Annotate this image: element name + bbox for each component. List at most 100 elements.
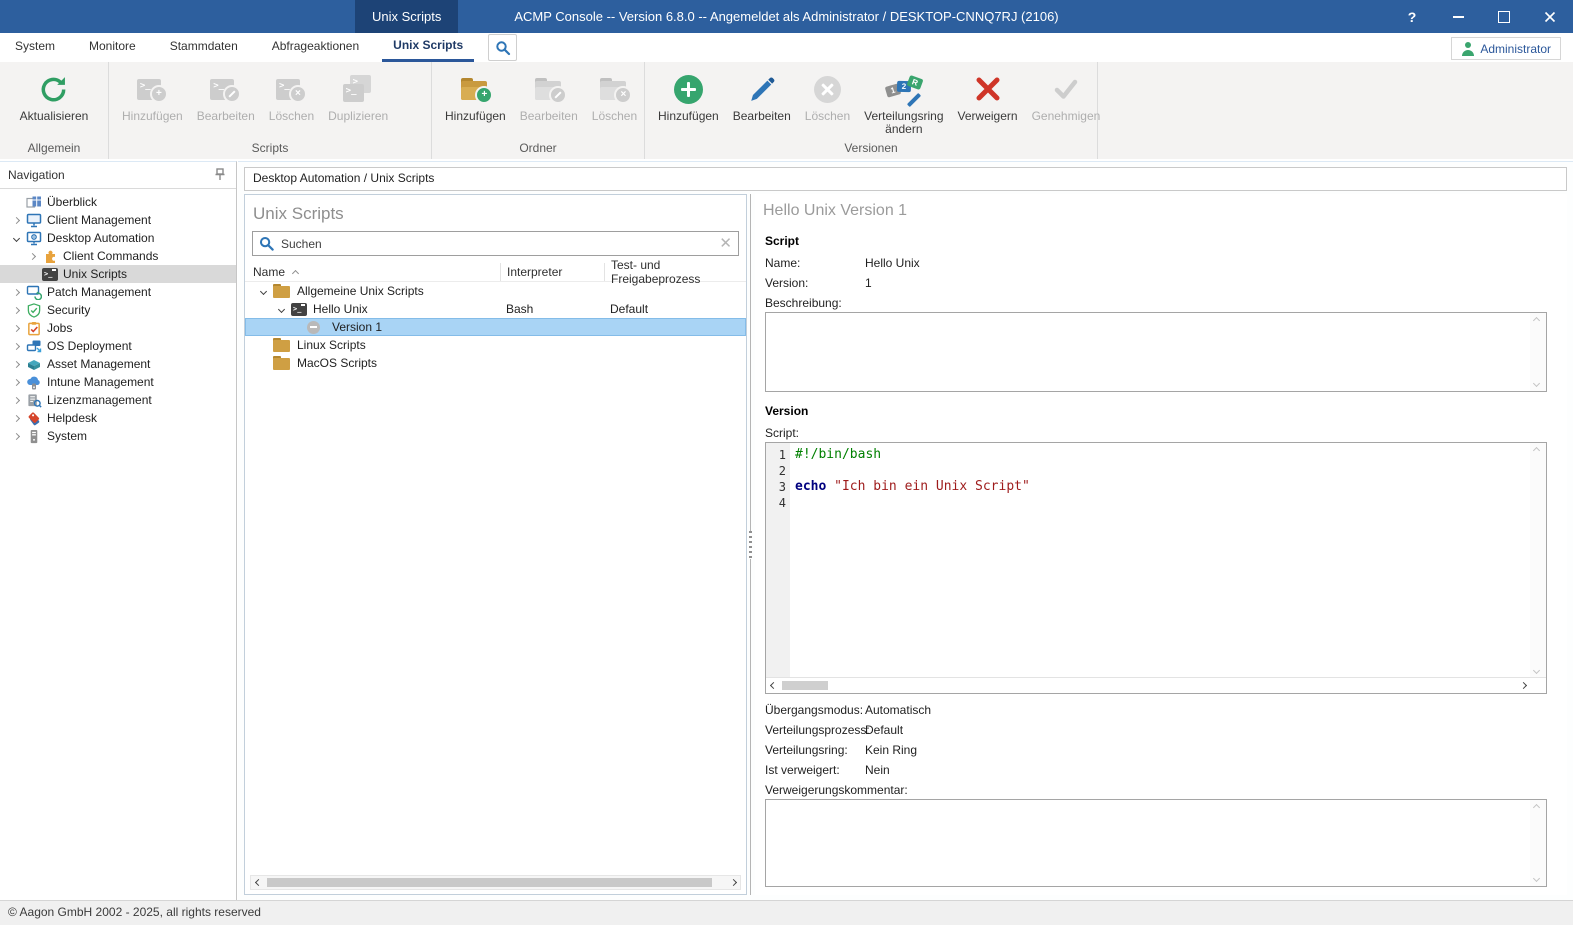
- aktualisieren-button[interactable]: Aktualisieren: [13, 67, 96, 123]
- pin-icon[interactable]: [214, 168, 226, 181]
- script-delete-icon: ×: [276, 70, 307, 108]
- version-detail-panel: Hello Unix Version 1 Script Name: Hello …: [755, 194, 1567, 895]
- column-header-prozess[interactable]: Test- und Freigabeprozess: [604, 263, 746, 281]
- verteilungsring-aendern-button[interactable]: 12R Verteilungsring ändern: [857, 67, 950, 136]
- menu-system[interactable]: System: [4, 33, 66, 62]
- scroll-up-icon[interactable]: [1533, 804, 1540, 811]
- panel-title: Unix Scripts: [245, 195, 746, 231]
- scroll-down-icon[interactable]: [1533, 667, 1540, 674]
- user-icon: [1461, 42, 1475, 56]
- chevron-down-icon[interactable]: [259, 287, 266, 294]
- verteilungsring-row: Verteilungsring: Kein Ring: [761, 740, 1547, 760]
- nav-item-asset-management[interactable]: Asset Management: [0, 355, 236, 373]
- script-bearbeiten-button[interactable]: Bearbeiten: [190, 67, 262, 123]
- nav-item-patch-management[interactable]: Patch Management: [0, 283, 236, 301]
- version-loeschen-button[interactable]: Löschen: [798, 67, 857, 123]
- nav-item-unix-scripts[interactable]: Unix Scripts: [0, 265, 236, 283]
- name-label: Name:: [765, 256, 865, 270]
- search-input[interactable]: [279, 236, 714, 252]
- ribbon-group-label: Scripts: [109, 140, 431, 159]
- version-bearbeiten-button[interactable]: Bearbeiten: [726, 67, 798, 123]
- table-row[interactable]: Hello Unix Bash Default: [245, 300, 746, 318]
- maximize-button[interactable]: [1481, 0, 1527, 33]
- scroll-up-icon[interactable]: [1533, 447, 1540, 454]
- code-content[interactable]: #!/bin/bash echo "Ich bin ein Unix Scrip…: [790, 443, 1530, 678]
- menu-abfrageaktionen[interactable]: Abfrageaktionen: [261, 33, 370, 62]
- script-hinzufuegen-button[interactable]: + Hinzufügen: [115, 67, 190, 123]
- close-button[interactable]: [1527, 0, 1573, 33]
- scroll-down-icon[interactable]: [1533, 875, 1540, 882]
- nav-item-lizenzmanagement[interactable]: Lizenzmanagement: [0, 391, 236, 409]
- script-duplizieren-button[interactable]: Duplizieren: [321, 67, 395, 123]
- clear-search-icon[interactable]: ✕: [719, 236, 732, 251]
- titlebar-active-tab[interactable]: Unix Scripts: [355, 0, 458, 33]
- ordner-loeschen-button[interactable]: × Löschen: [585, 67, 644, 123]
- scrollbar-thumb[interactable]: [267, 878, 712, 887]
- nav-item-jobs[interactable]: Jobs: [0, 319, 236, 337]
- maximize-icon: [1498, 11, 1510, 23]
- vertical-scrollbar[interactable]: [1530, 443, 1546, 678]
- beschreibung-textarea[interactable]: [765, 312, 1547, 392]
- column-header-name[interactable]: Name: [245, 263, 500, 281]
- verweigerungskommentar-textarea[interactable]: [765, 799, 1547, 887]
- section-heading-version: Version: [765, 404, 1547, 418]
- clipboard-icon: [24, 321, 44, 336]
- chevron-right-icon: [12, 432, 19, 439]
- menu-monitore[interactable]: Monitore: [78, 33, 147, 62]
- chevron-right-icon: [12, 324, 19, 331]
- scrollbar-thumb[interactable]: [782, 681, 828, 690]
- genehmigen-button[interactable]: Genehmigen: [1025, 67, 1108, 123]
- asset-icon: [24, 357, 44, 372]
- nav-item-security[interactable]: Security: [0, 301, 236, 319]
- verweigern-button[interactable]: Verweigern: [951, 67, 1025, 123]
- table-row[interactable]: Linux Scripts: [245, 336, 746, 354]
- menu-search-button[interactable]: [488, 34, 517, 61]
- horizontal-scrollbar[interactable]: [766, 677, 1546, 693]
- ordner-bearbeiten-button[interactable]: Bearbeiten: [513, 67, 585, 123]
- minimize-button[interactable]: [1435, 0, 1481, 33]
- administrator-button[interactable]: Administrator: [1451, 37, 1561, 60]
- table-row[interactable]: MacOS Scripts: [245, 354, 746, 372]
- scroll-down-icon[interactable]: [1533, 380, 1540, 387]
- nav-item-client-commands[interactable]: Client Commands: [0, 247, 236, 265]
- nav-item-desktop-automation[interactable]: Desktop Automation: [0, 229, 236, 247]
- nav-item-system[interactable]: System: [0, 427, 236, 445]
- horizontal-scrollbar[interactable]: [250, 875, 741, 890]
- scroll-up-icon[interactable]: [1533, 317, 1540, 324]
- table-row[interactable]: Allgemeine Unix Scripts: [245, 282, 746, 300]
- refresh-icon: [38, 70, 69, 108]
- script-code-editor[interactable]: 1 2 3 4 #!/bin/bash echo "Ich bin ein Un…: [765, 442, 1547, 694]
- menu-stammdaten[interactable]: Stammdaten: [159, 33, 249, 62]
- scroll-left-icon[interactable]: [766, 683, 780, 688]
- version-minus-icon: [307, 321, 320, 334]
- red-x-icon: [975, 70, 1001, 108]
- copyright-text: © Aagon GmbH 2002 - 2025, all rights res…: [8, 905, 261, 919]
- script-loeschen-button[interactable]: × Löschen: [262, 67, 321, 123]
- version-hinzufuegen-button[interactable]: Hinzufügen: [651, 67, 726, 123]
- ordner-hinzufuegen-button[interactable]: + Hinzufügen: [438, 67, 513, 123]
- chevron-down-icon[interactable]: [277, 305, 284, 312]
- help-button[interactable]: ?: [1389, 0, 1435, 33]
- table-header: Name Interpreter Test- und Freigabeproze…: [245, 263, 746, 282]
- table-row-selected[interactable]: Version 1: [245, 318, 746, 336]
- panel-splitter[interactable]: [747, 194, 755, 895]
- shield-icon: [24, 303, 44, 318]
- ist-verweigert-row: Ist verweigert: Nein: [761, 760, 1547, 780]
- ribbon: Aktualisieren Allgemein + Hinzufügen Bea…: [0, 62, 1573, 159]
- nav-item-client-management[interactable]: Client Management: [0, 211, 236, 229]
- scroll-right-icon[interactable]: [726, 880, 740, 885]
- menu-unix-scripts[interactable]: Unix Scripts: [382, 33, 474, 62]
- nav-item-helpdesk[interactable]: Helpdesk: [0, 409, 236, 427]
- nav-item-intune-management[interactable]: Intune Management: [0, 373, 236, 391]
- scrollbar[interactable]: [1530, 800, 1546, 886]
- name-value: Hello Unix: [865, 256, 920, 270]
- scroll-left-icon[interactable]: [251, 880, 265, 885]
- chevron-right-icon: [12, 216, 19, 223]
- scrollbar[interactable]: [1530, 313, 1546, 391]
- scroll-right-icon[interactable]: [1516, 683, 1530, 688]
- nav-item-os-deployment[interactable]: OS Deployment: [0, 337, 236, 355]
- navigation-header: Navigation: [0, 162, 236, 189]
- column-header-interpreter[interactable]: Interpreter: [500, 263, 604, 281]
- nav-item-ueberblick[interactable]: Überblick: [0, 193, 236, 211]
- overview-icon: [24, 195, 44, 210]
